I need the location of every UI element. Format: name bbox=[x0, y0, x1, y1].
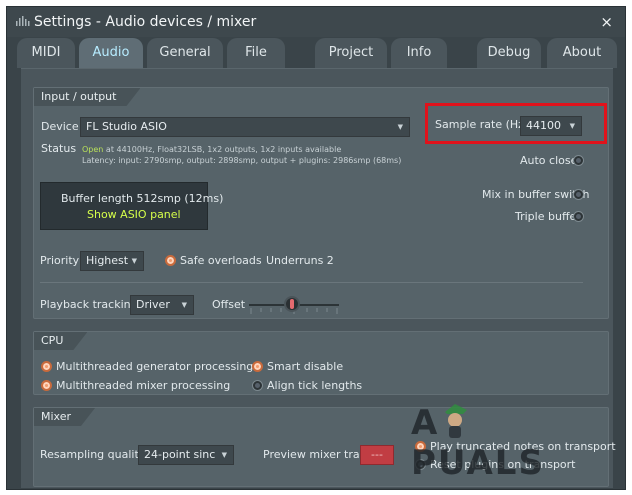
playback-tracking-value: Driver bbox=[136, 298, 170, 311]
fl-studio-logo-icon bbox=[16, 16, 30, 26]
asio-panel-button[interactable]: Buffer length 512smp (12ms) Show ASIO pa… bbox=[40, 182, 223, 230]
triple-buffer-radio[interactable] bbox=[573, 211, 584, 222]
preview-mixer-track-button[interactable]: --- bbox=[360, 445, 394, 465]
device-dropdown[interactable]: FL Studio ASIO ▼ bbox=[80, 117, 410, 137]
playback-tracking-dropdown[interactable]: Driver ▼ bbox=[130, 295, 194, 315]
multithreaded-generator-radio[interactable] bbox=[41, 361, 52, 372]
chevron-down-icon: ▼ bbox=[181, 301, 187, 309]
resampling-quality-label: Resampling quality bbox=[40, 448, 146, 461]
close-icon[interactable]: × bbox=[600, 13, 613, 31]
triple-buffer-label: Triple buffer bbox=[515, 210, 581, 223]
offset-knob[interactable] bbox=[284, 296, 300, 312]
device-value: FL Studio ASIO bbox=[86, 120, 167, 133]
preview-mixer-track-label: Preview mixer track bbox=[263, 448, 373, 461]
status-line-2: Latency: input: 2790smp, output: 2898smp… bbox=[82, 156, 402, 165]
resampling-quality-dropdown[interactable]: 24-point sinc ▼ bbox=[138, 445, 234, 465]
tab-audio[interactable]: Audio bbox=[79, 38, 143, 68]
chevron-down-icon: ▼ bbox=[397, 123, 403, 131]
cpu-section-label: CPU bbox=[34, 332, 87, 350]
input-output-section: Input / output Device FL Studio ASIO ▼ S… bbox=[33, 87, 609, 319]
status-line-1: Open at 44100Hz, Float32LSB, 1x2 outputs… bbox=[82, 145, 341, 154]
chevron-down-icon: ▼ bbox=[221, 451, 227, 459]
priority-dropdown[interactable]: Highest ▼ bbox=[80, 251, 144, 271]
auto-close-radio[interactable] bbox=[573, 155, 584, 166]
settings-window: Settings - Audio devices / mixer × MIDI … bbox=[6, 6, 626, 490]
priority-value: Highest bbox=[86, 254, 129, 267]
tab-file[interactable]: File bbox=[227, 38, 285, 68]
title-bar: Settings - Audio devices / mixer × bbox=[7, 7, 625, 37]
cpu-section: CPU Multithreaded generator processing M… bbox=[33, 331, 609, 395]
multithreaded-mixer-label: Multithreaded mixer processing bbox=[56, 379, 231, 392]
tab-midi[interactable]: MIDI bbox=[17, 38, 75, 68]
tab-about[interactable]: About bbox=[547, 38, 617, 68]
smart-disable-radio[interactable] bbox=[252, 361, 263, 372]
safe-overloads-label: Safe overloads bbox=[180, 254, 262, 267]
device-label: Device bbox=[41, 120, 79, 133]
mascot-watermark-icon bbox=[445, 404, 467, 438]
smart-disable-label: Smart disable bbox=[267, 360, 344, 373]
chevron-down-icon: ▼ bbox=[131, 257, 137, 265]
offset-label: Offset bbox=[212, 298, 246, 311]
buffer-length-text: Buffer length 512smp (12ms) bbox=[61, 192, 224, 205]
status-label: Status bbox=[41, 142, 77, 155]
align-tick-lengths-radio[interactable] bbox=[252, 380, 263, 391]
tab-general[interactable]: General bbox=[147, 38, 223, 68]
input-output-section-label: Input / output bbox=[34, 88, 140, 106]
align-tick-lengths-label: Align tick lengths bbox=[267, 379, 363, 392]
status-open: Open bbox=[82, 145, 104, 154]
watermark-text: A PUALS bbox=[411, 403, 545, 483]
mixer-section-label: Mixer bbox=[34, 408, 95, 426]
playback-tracking-label: Playback tracking bbox=[40, 298, 138, 311]
multithreaded-generator-label: Multithreaded generator processing bbox=[56, 360, 254, 373]
safe-overloads-radio[interactable] bbox=[165, 255, 176, 266]
tab-project[interactable]: Project bbox=[315, 38, 387, 68]
io-divider bbox=[40, 282, 583, 283]
auto-close-label: Auto close bbox=[520, 154, 578, 167]
show-asio-panel-link[interactable]: Show ASIO panel bbox=[87, 208, 181, 221]
appuals-watermark: A PUALS bbox=[393, 402, 573, 483]
underruns-text: Underruns 2 bbox=[266, 254, 334, 267]
multithreaded-mixer-radio[interactable] bbox=[41, 380, 52, 391]
status-details: at 44100Hz, Float32LSB, 1x2 outputs, 1x2… bbox=[103, 145, 342, 154]
resampling-quality-value: 24-point sinc bbox=[144, 448, 216, 461]
tab-debug[interactable]: Debug bbox=[477, 38, 541, 68]
tab-info[interactable]: Info bbox=[391, 38, 447, 68]
sample-rate-highlight-box bbox=[425, 103, 607, 144]
tab-bar: MIDI Audio General File Project Info Deb… bbox=[7, 38, 625, 68]
priority-label: Priority bbox=[40, 254, 80, 267]
mix-in-buffer-radio[interactable] bbox=[573, 189, 584, 200]
window-title: Settings - Audio devices / mixer bbox=[34, 14, 257, 30]
